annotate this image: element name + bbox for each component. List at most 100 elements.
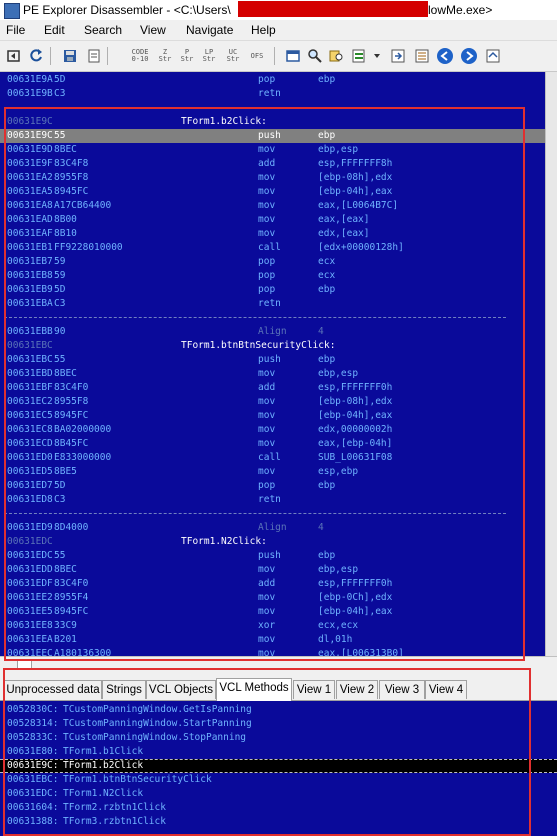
vcl-methods-list[interactable]: 0052830C: TCustomPanningWindow.GetIsPanni… <box>0 701 557 836</box>
mnemonic: mov <box>258 214 276 225</box>
code-line[interactable]: 00631EB7 59 pop ecx <box>0 255 545 269</box>
back-arrow-icon[interactable] <box>435 47 455 65</box>
tab-unprocessed-data[interactable]: Unprocessed data <box>4 680 102 699</box>
menu-navigate[interactable]: Navigate <box>186 23 233 37</box>
opcode-bytes: 8BEC <box>54 564 77 575</box>
method-address: 00631388: <box>7 816 59 827</box>
code-line[interactable]: 00631EE2 8955F4 mov [ebp-0Ch],edx <box>0 591 545 605</box>
menu-edit[interactable]: Edit <box>44 23 65 37</box>
code-line[interactable]: 00631EB1 FF9228010000 call [edx+00000128h] <box>0 241 545 255</box>
menu-file[interactable]: File <box>6 23 25 37</box>
list-item[interactable]: 0052833C: TCustomPanningWindow.StopPannin… <box>0 731 557 745</box>
chevron-down-icon[interactable] <box>371 47 383 65</box>
tab-view-3[interactable]: View 3 <box>379 680 425 699</box>
tab-view-4[interactable]: View 4 <box>425 680 467 699</box>
code-line[interactable]: 00631E9D 8BEC mov ebp,esp <box>0 143 545 157</box>
code-line[interactable]: 00631EB8 59 pop ecx <box>0 269 545 283</box>
pstr-button[interactable]: P Str <box>177 47 197 65</box>
menu-view[interactable]: View <box>140 23 166 37</box>
tab-vcl-objects[interactable]: VCL Objects <box>146 680 216 699</box>
list-item[interactable]: 00631EBC: TForm1.btnBtnSecurityClick <box>0 773 557 787</box>
menu-search[interactable]: Search <box>84 23 122 37</box>
list-item[interactable]: 00631EDC: TForm1.N2Click <box>0 787 557 801</box>
window-icon[interactable] <box>283 47 303 65</box>
list-item[interactable]: 00528314: TCustomPanningWindow.StartPanni… <box>0 717 557 731</box>
export-icon[interactable] <box>84 47 104 65</box>
ucstr-button[interactable]: UC Str <box>223 47 243 65</box>
code-line[interactable]: 00631EC8 BA02000000 mov edx,00000002h <box>0 423 545 437</box>
goto-address-icon[interactable] <box>388 47 408 65</box>
code-line[interactable]: 00631EA5 8945FC mov [ebp-04h],eax <box>0 185 545 199</box>
zstr-button[interactable]: Z Str <box>155 47 175 65</box>
code-line[interactable]: 00631EC2 8955F8 mov [ebp-08h],edx <box>0 395 545 409</box>
save-icon[interactable] <box>60 47 80 65</box>
code-line[interactable]: 00631EEC A180136300 mov eax,[L006313B0] <box>0 647 545 656</box>
code-line[interactable]: 00631EDD 8BEC mov ebp,esp <box>0 563 545 577</box>
tab-view-1[interactable]: View 1 <box>293 680 335 699</box>
title-bar: PE Explorer Disassembler - <C:\Users\ lo… <box>0 0 557 20</box>
list-item[interactable]: 0052830C: TCustomPanningWindow.GetIsPanni… <box>0 703 557 717</box>
code-button[interactable]: CODE 0-10 <box>130 47 150 65</box>
procedure-label-line[interactable]: 00631EDC TForm1.N2Click: <box>0 535 545 549</box>
code-line[interactable]: 00631E9A 5D pop ebp <box>0 73 545 87</box>
code-line[interactable]: 00631EE8 33C9 xor ecx,ecx <box>0 619 545 633</box>
code-line[interactable]: 00631ED0 E833000000 call SUB_L00631F08 <box>0 451 545 465</box>
list-item[interactable]: 00631604: TForm2.rzbtn1Click <box>0 801 557 815</box>
search-icon[interactable] <box>305 47 325 65</box>
code-line[interactable]: 00631EB9 5D pop ebp <box>0 283 545 297</box>
mnemonic: call <box>258 452 281 463</box>
code-line[interactable]: 00631EC5 8945FC mov [ebp-04h],eax <box>0 409 545 423</box>
code-line[interactable]: 00631ED7 5D pop ebp <box>0 479 545 493</box>
mnemonic: mov <box>258 438 276 449</box>
list-item[interactable]: 00631388: TForm3.rzbtn1Click <box>0 815 557 829</box>
procedure-label-line[interactable]: 00631E9C TForm1.b2Click: <box>0 115 545 129</box>
menu-help[interactable]: Help <box>251 23 276 37</box>
code-line[interactable]: 00631EDF 83C4F0 add esp,FFFFFFF0h <box>0 577 545 591</box>
tab-view-2[interactable]: View 2 <box>336 680 378 699</box>
code-line[interactable]: 00631E9C 55 push ebp <box>0 129 545 143</box>
scroll-thumb[interactable] <box>17 659 32 669</box>
lpstr-button[interactable]: LP Str <box>199 47 219 65</box>
code-line[interactable]: 00631EA8 A17CB64400 mov eax,[L0064B7C] <box>0 199 545 213</box>
code-line[interactable]: 00631EEA B201 mov dl,01h <box>0 633 545 647</box>
code-line[interactable]: 00631EBC 55 push ebp <box>0 353 545 367</box>
code-line[interactable]: 00631ED5 8BE5 mov esp,ebp <box>0 465 545 479</box>
code-line[interactable]: 00631E9B C3 retn <box>0 87 545 101</box>
code-line[interactable]: 00631ECD 8B45FC mov eax,[ebp-04h] <box>0 437 545 451</box>
code-line[interactable]: 00631EDC 55 push ebp <box>0 549 545 563</box>
address: 00631E9B <box>7 88 53 99</box>
code-line[interactable]: 00631EAF 8B10 mov edx,[eax] <box>0 227 545 241</box>
code-line[interactable]: 00631EBA C3 retn <box>0 297 545 311</box>
open-icon[interactable] <box>4 47 24 65</box>
list-item[interactable]: 00631E80: TForm1.b1Click <box>0 745 557 759</box>
code-line[interactable]: 00631ED9 8D4000 Align 4 <box>0 521 545 535</box>
list-item[interactable]: 00631E9C: TForm1.b2Click <box>0 759 557 773</box>
method-name: TCustomPanningWindow.StartPanning <box>63 718 252 729</box>
bookmark-icon[interactable] <box>349 47 369 65</box>
code-line[interactable]: 00631EBD 8BEC mov ebp,esp <box>0 367 545 381</box>
code-line[interactable]: 00631EAD 8B00 mov eax,[eax] <box>0 213 545 227</box>
code-line[interactable]: 00631ED8 C3 retn <box>0 493 545 507</box>
disassembly-listing[interactable]: 00631E9A 5D pop ebp 00631E9B C3 retn 00631E9C TF… <box>0 72 545 656</box>
opcode-bytes: 8B10 <box>54 228 77 239</box>
horizontal-scrollbar[interactable] <box>0 656 557 669</box>
opcode-bytes: 8BEC <box>54 144 77 155</box>
tab-strings[interactable]: Strings <box>102 680 146 699</box>
code-line[interactable]: 00631E9F 83C4F8 add esp,FFFFFFF8h <box>0 157 545 171</box>
forward-arrow-icon[interactable] <box>459 47 479 65</box>
ofs-button[interactable]: OFS <box>247 47 267 65</box>
procedure-label-line[interactable]: 00631EBC TForm1.btnBtnSecurityClick: <box>0 339 545 353</box>
tab-vcl-methods[interactable]: VCL Methods <box>216 678 292 701</box>
vertical-scrollbar[interactable] <box>545 72 557 656</box>
mnemonic: retn <box>258 298 281 309</box>
refresh-icon[interactable] <box>26 47 46 65</box>
home-icon[interactable] <box>483 47 503 65</box>
list-icon[interactable] <box>412 47 432 65</box>
code-line[interactable]: 00631EBB 90 Align 4 <box>0 325 545 339</box>
code-line[interactable]: 00631EBF 83C4F0 add esp,FFFFFFF0h <box>0 381 545 395</box>
method-name: TForm3.rzbtn1Click <box>63 816 166 827</box>
code-line[interactable]: 00631EA2 8955F8 mov [ebp-08h],edx <box>0 171 545 185</box>
find-next-icon[interactable] <box>327 47 347 65</box>
mnemonic: pop <box>258 480 276 491</box>
code-line[interactable]: 00631EE5 8945FC mov [ebp-04h],eax <box>0 605 545 619</box>
